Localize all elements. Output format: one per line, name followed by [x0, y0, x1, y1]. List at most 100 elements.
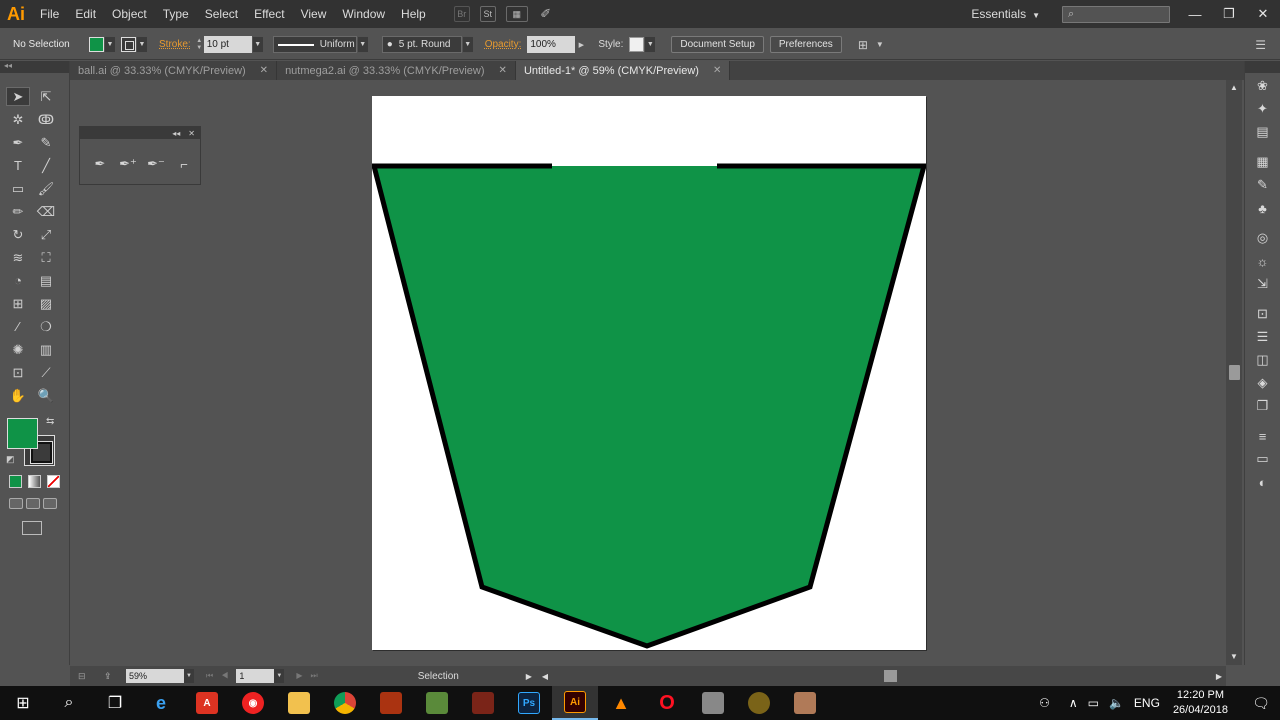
- swap-fill-stroke-icon[interactable]: ⇆: [46, 416, 54, 427]
- menu-edit[interactable]: Edit: [67, 0, 104, 28]
- fill-color-box[interactable]: [7, 418, 38, 449]
- artboards-panel-icon[interactable]: ❐: [1253, 396, 1273, 416]
- bridge-icon[interactable]: Br: [453, 6, 470, 22]
- menu-view[interactable]: View: [293, 0, 335, 28]
- draw-behind-icon[interactable]: [26, 498, 40, 509]
- clock[interactable]: 12:20 PM 26/04/2018: [1173, 688, 1228, 718]
- transparency-panel-icon[interactable]: ◐: [1253, 472, 1273, 492]
- pathfinder-panel-icon[interactable]: ◫: [1253, 350, 1273, 370]
- chrome-icon[interactable]: [322, 686, 368, 720]
- portrait-app-icon[interactable]: [782, 686, 828, 720]
- pen-tool-icon[interactable]: ✒: [6, 133, 30, 152]
- perspective-grid-tool-icon[interactable]: ▤: [34, 271, 58, 290]
- variable-width-profile[interactable]: Uniform: [272, 36, 357, 53]
- photoshop-icon[interactable]: Ps: [506, 686, 552, 720]
- column-graph-tool-icon[interactable]: ▥: [34, 340, 58, 359]
- status-arrow-icon[interactable]: ▶: [526, 672, 532, 681]
- share-icon[interactable]: ⇪: [104, 671, 112, 682]
- panel-menu-icon[interactable]: ☰: [1255, 38, 1266, 52]
- line-tool-icon[interactable]: ╱: [34, 156, 58, 175]
- stroke-weight-dropdown[interactable]: ▼: [252, 37, 263, 52]
- stock-icon[interactable]: St: [479, 6, 496, 22]
- menu-effect[interactable]: Effect: [246, 0, 292, 28]
- appearance-panel-icon[interactable]: ☼: [1253, 251, 1273, 271]
- hand-tool-icon[interactable]: ✋: [6, 386, 30, 405]
- draw-inside-icon[interactable]: [43, 498, 57, 509]
- app-tray-icon[interactable]: [690, 686, 736, 720]
- artboard-dropdown[interactable]: ▼: [274, 669, 285, 683]
- paintbrush-tool-icon[interactable]: 🖌: [34, 179, 58, 198]
- volume-icon[interactable]: 🔈: [1109, 696, 1124, 710]
- color-mode-icon[interactable]: [9, 475, 22, 488]
- direct-selection-tool-icon[interactable]: ⇱: [34, 87, 58, 106]
- task-view-icon[interactable]: ❐: [92, 686, 138, 720]
- profile-dropdown[interactable]: ▼: [357, 37, 368, 52]
- vertical-scrollbar[interactable]: ▲ ▼: [1226, 80, 1242, 665]
- shape-builder-tool-icon[interactable]: ◔: [6, 271, 30, 290]
- restore-button[interactable]: ❐: [1212, 6, 1246, 22]
- layers-panel-icon[interactable]: ◈: [1253, 373, 1273, 393]
- color-panel-icon[interactable]: ❀: [1253, 76, 1273, 96]
- warp-tool-icon[interactable]: ≋: [6, 248, 30, 267]
- close-button[interactable]: ✕: [1246, 6, 1280, 22]
- stroke-dropdown[interactable]: ▼: [137, 37, 147, 52]
- artboard[interactable]: [372, 96, 926, 650]
- anchor-point-tool-icon[interactable]: ⌐: [174, 155, 194, 173]
- horizontal-scroll-thumb[interactable]: [884, 670, 898, 682]
- magic-wand-tool-icon[interactable]: ✲: [6, 110, 30, 129]
- close-icon[interactable]: ✕: [713, 65, 721, 76]
- swatches-panel-icon[interactable]: ▦: [1253, 152, 1273, 172]
- tools-panel-header[interactable]: ◂◂: [0, 61, 69, 73]
- blend-tool-icon[interactable]: ❍: [34, 317, 58, 336]
- pen-tool-icon[interactable]: ✒: [90, 155, 110, 173]
- file-explorer-icon[interactable]: [276, 686, 322, 720]
- fill-swatch[interactable]: [89, 37, 104, 52]
- rectangle-tool-icon[interactable]: ▭: [6, 179, 30, 198]
- chevron-down-icon[interactable]: ▼: [876, 40, 884, 49]
- tab-untitled-1[interactable]: Untitled-1* @ 59% (CMYK/Preview) ✕: [515, 61, 731, 80]
- zoom-tool-icon[interactable]: 🔍: [34, 386, 58, 405]
- screen-mode-icon[interactable]: [22, 521, 42, 535]
- gpu-performance-icon[interactable]: ✐: [538, 6, 554, 22]
- preferences-button[interactable]: Preferences: [769, 36, 842, 53]
- stroke-label[interactable]: Stroke:: [159, 39, 191, 50]
- artboard-number-field[interactable]: 1: [236, 669, 275, 683]
- close-icon[interactable]: ✕: [499, 65, 507, 76]
- gradient-mode-icon[interactable]: [28, 475, 41, 488]
- menu-help[interactable]: Help: [393, 0, 434, 28]
- minimize-button[interactable]: —: [1178, 7, 1212, 22]
- language-indicator[interactable]: ENG: [1134, 696, 1160, 710]
- mesh-tool-icon[interactable]: ⊞: [6, 294, 30, 313]
- none-mode-icon[interactable]: [47, 475, 60, 488]
- floating-panel-header[interactable]: ◂◂ ✕: [80, 127, 200, 139]
- brushes-panel-icon[interactable]: ✎: [1253, 175, 1273, 195]
- fill-dropdown[interactable]: ▼: [105, 37, 115, 52]
- brush-definition[interactable]: ● 5 pt. Round: [381, 36, 462, 53]
- close-icon[interactable]: ✕: [260, 65, 268, 76]
- free-transform-tool-icon[interactable]: ⛶: [34, 248, 58, 267]
- workspace-switcher[interactable]: Essentials ▼: [971, 7, 1040, 21]
- panel-grip[interactable]: [80, 139, 200, 145]
- align-panel-icon[interactable]: ☰: [1253, 327, 1273, 347]
- red-app-icon[interactable]: ◉: [230, 686, 276, 720]
- stroke-weight-field[interactable]: 10 pt: [203, 36, 252, 53]
- menu-file[interactable]: File: [32, 0, 67, 28]
- artboard-tool-icon[interactable]: ⊡: [6, 363, 30, 382]
- menu-select[interactable]: Select: [197, 0, 246, 28]
- artboard-nav-prev[interactable]: ⏮◀: [206, 671, 236, 681]
- vertical-scroll-thumb[interactable]: [1229, 365, 1240, 380]
- dock-header[interactable]: [1245, 61, 1280, 73]
- stroke-weight-spinner[interactable]: ▲ ▼: [195, 36, 204, 53]
- default-colors-icon[interactable]: ◩: [6, 454, 15, 465]
- notifications-icon[interactable]: 🗨: [1242, 695, 1280, 712]
- acrobat-icon[interactable]: A: [184, 686, 230, 720]
- round-app-icon[interactable]: [736, 686, 782, 720]
- lasso-tool-icon[interactable]: ↂ: [34, 110, 58, 129]
- symbol-sprayer-tool-icon[interactable]: ✺: [6, 340, 30, 359]
- menu-window[interactable]: Window: [334, 0, 393, 28]
- arrange-documents-icon[interactable]: ▦: [505, 6, 528, 22]
- menu-type[interactable]: Type: [155, 0, 197, 28]
- minecraft-icon[interactable]: [414, 686, 460, 720]
- horizontal-scrollbar[interactable]: [554, 669, 1210, 683]
- stroke-panel-icon[interactable]: ≡: [1253, 426, 1273, 446]
